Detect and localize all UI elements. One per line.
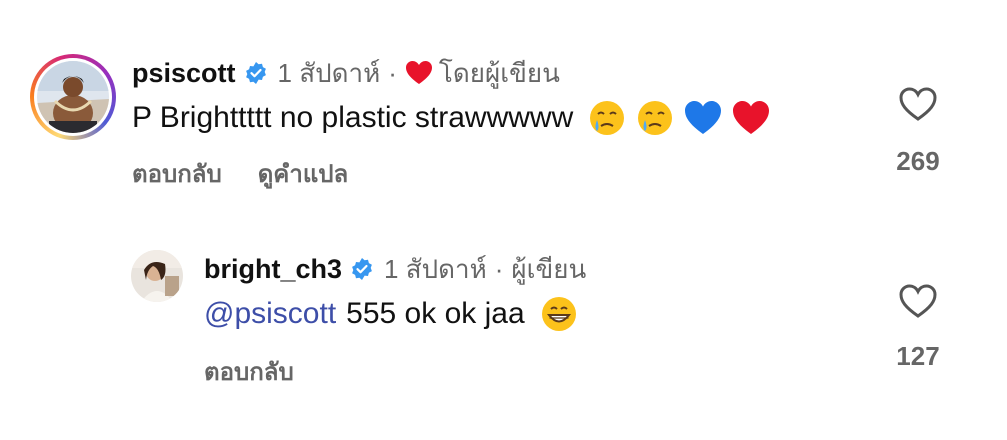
reply-button[interactable]: ตอบกลับ bbox=[132, 154, 222, 193]
avatar[interactable] bbox=[131, 250, 183, 302]
verified-badge-icon bbox=[245, 62, 266, 84]
liked-by-author-heart-icon bbox=[405, 61, 432, 84]
like-count: 127 bbox=[896, 341, 940, 371]
red-heart-emoji-icon bbox=[733, 101, 770, 134]
comment-text: 555 ok ok jaa bbox=[346, 297, 525, 330]
crying-face-emoji-icon bbox=[638, 101, 673, 135]
liked-by-author-label: โดยผู้เขียน bbox=[438, 57, 560, 88]
heart-outline-icon[interactable] bbox=[898, 283, 938, 319]
heart-outline-icon[interactable] bbox=[898, 86, 938, 122]
comment-meta: bright_ch3 1 สัปดาห์ · ผู้เขียน bbox=[204, 250, 586, 288]
comment-time: 1 สัปดาห์ bbox=[384, 253, 487, 284]
comment-actions: ตอบกลับ ดูคำแปล bbox=[132, 154, 348, 193]
username[interactable]: psiscott bbox=[132, 58, 236, 89]
avatar[interactable] bbox=[37, 61, 109, 133]
meta-separator: · bbox=[388, 57, 397, 88]
like-count: 269 bbox=[896, 146, 940, 176]
comment-time: 1 สัปดาห์ bbox=[277, 57, 381, 88]
crying-face-emoji-icon bbox=[590, 101, 625, 135]
username[interactable]: bright_ch3 bbox=[204, 254, 342, 285]
blue-heart-emoji-icon bbox=[685, 101, 722, 134]
mention-link[interactable]: @psiscott bbox=[204, 297, 336, 331]
comment-actions: ตอบกลับ bbox=[204, 352, 294, 391]
comment-text-row: @psiscott 555 ok ok jaa bbox=[204, 292, 579, 336]
meta-separator: · bbox=[494, 253, 504, 284]
comment-text: P Brighttttt no plastic strawwwww bbox=[132, 101, 574, 134]
comment-meta: psiscott 1 สัปดาห์ · โดยผู้เขียน bbox=[132, 54, 560, 92]
author-label: ผู้เขียน bbox=[511, 253, 587, 284]
reply-button[interactable]: ตอบกลับ bbox=[204, 352, 294, 391]
verified-badge-icon bbox=[352, 258, 372, 280]
grinning-face-emoji-icon bbox=[541, 297, 576, 331]
see-translation-button[interactable]: ดูคำแปล bbox=[258, 154, 349, 193]
comment-text-row: P Brighttttt no plastic strawwwww bbox=[132, 96, 771, 140]
